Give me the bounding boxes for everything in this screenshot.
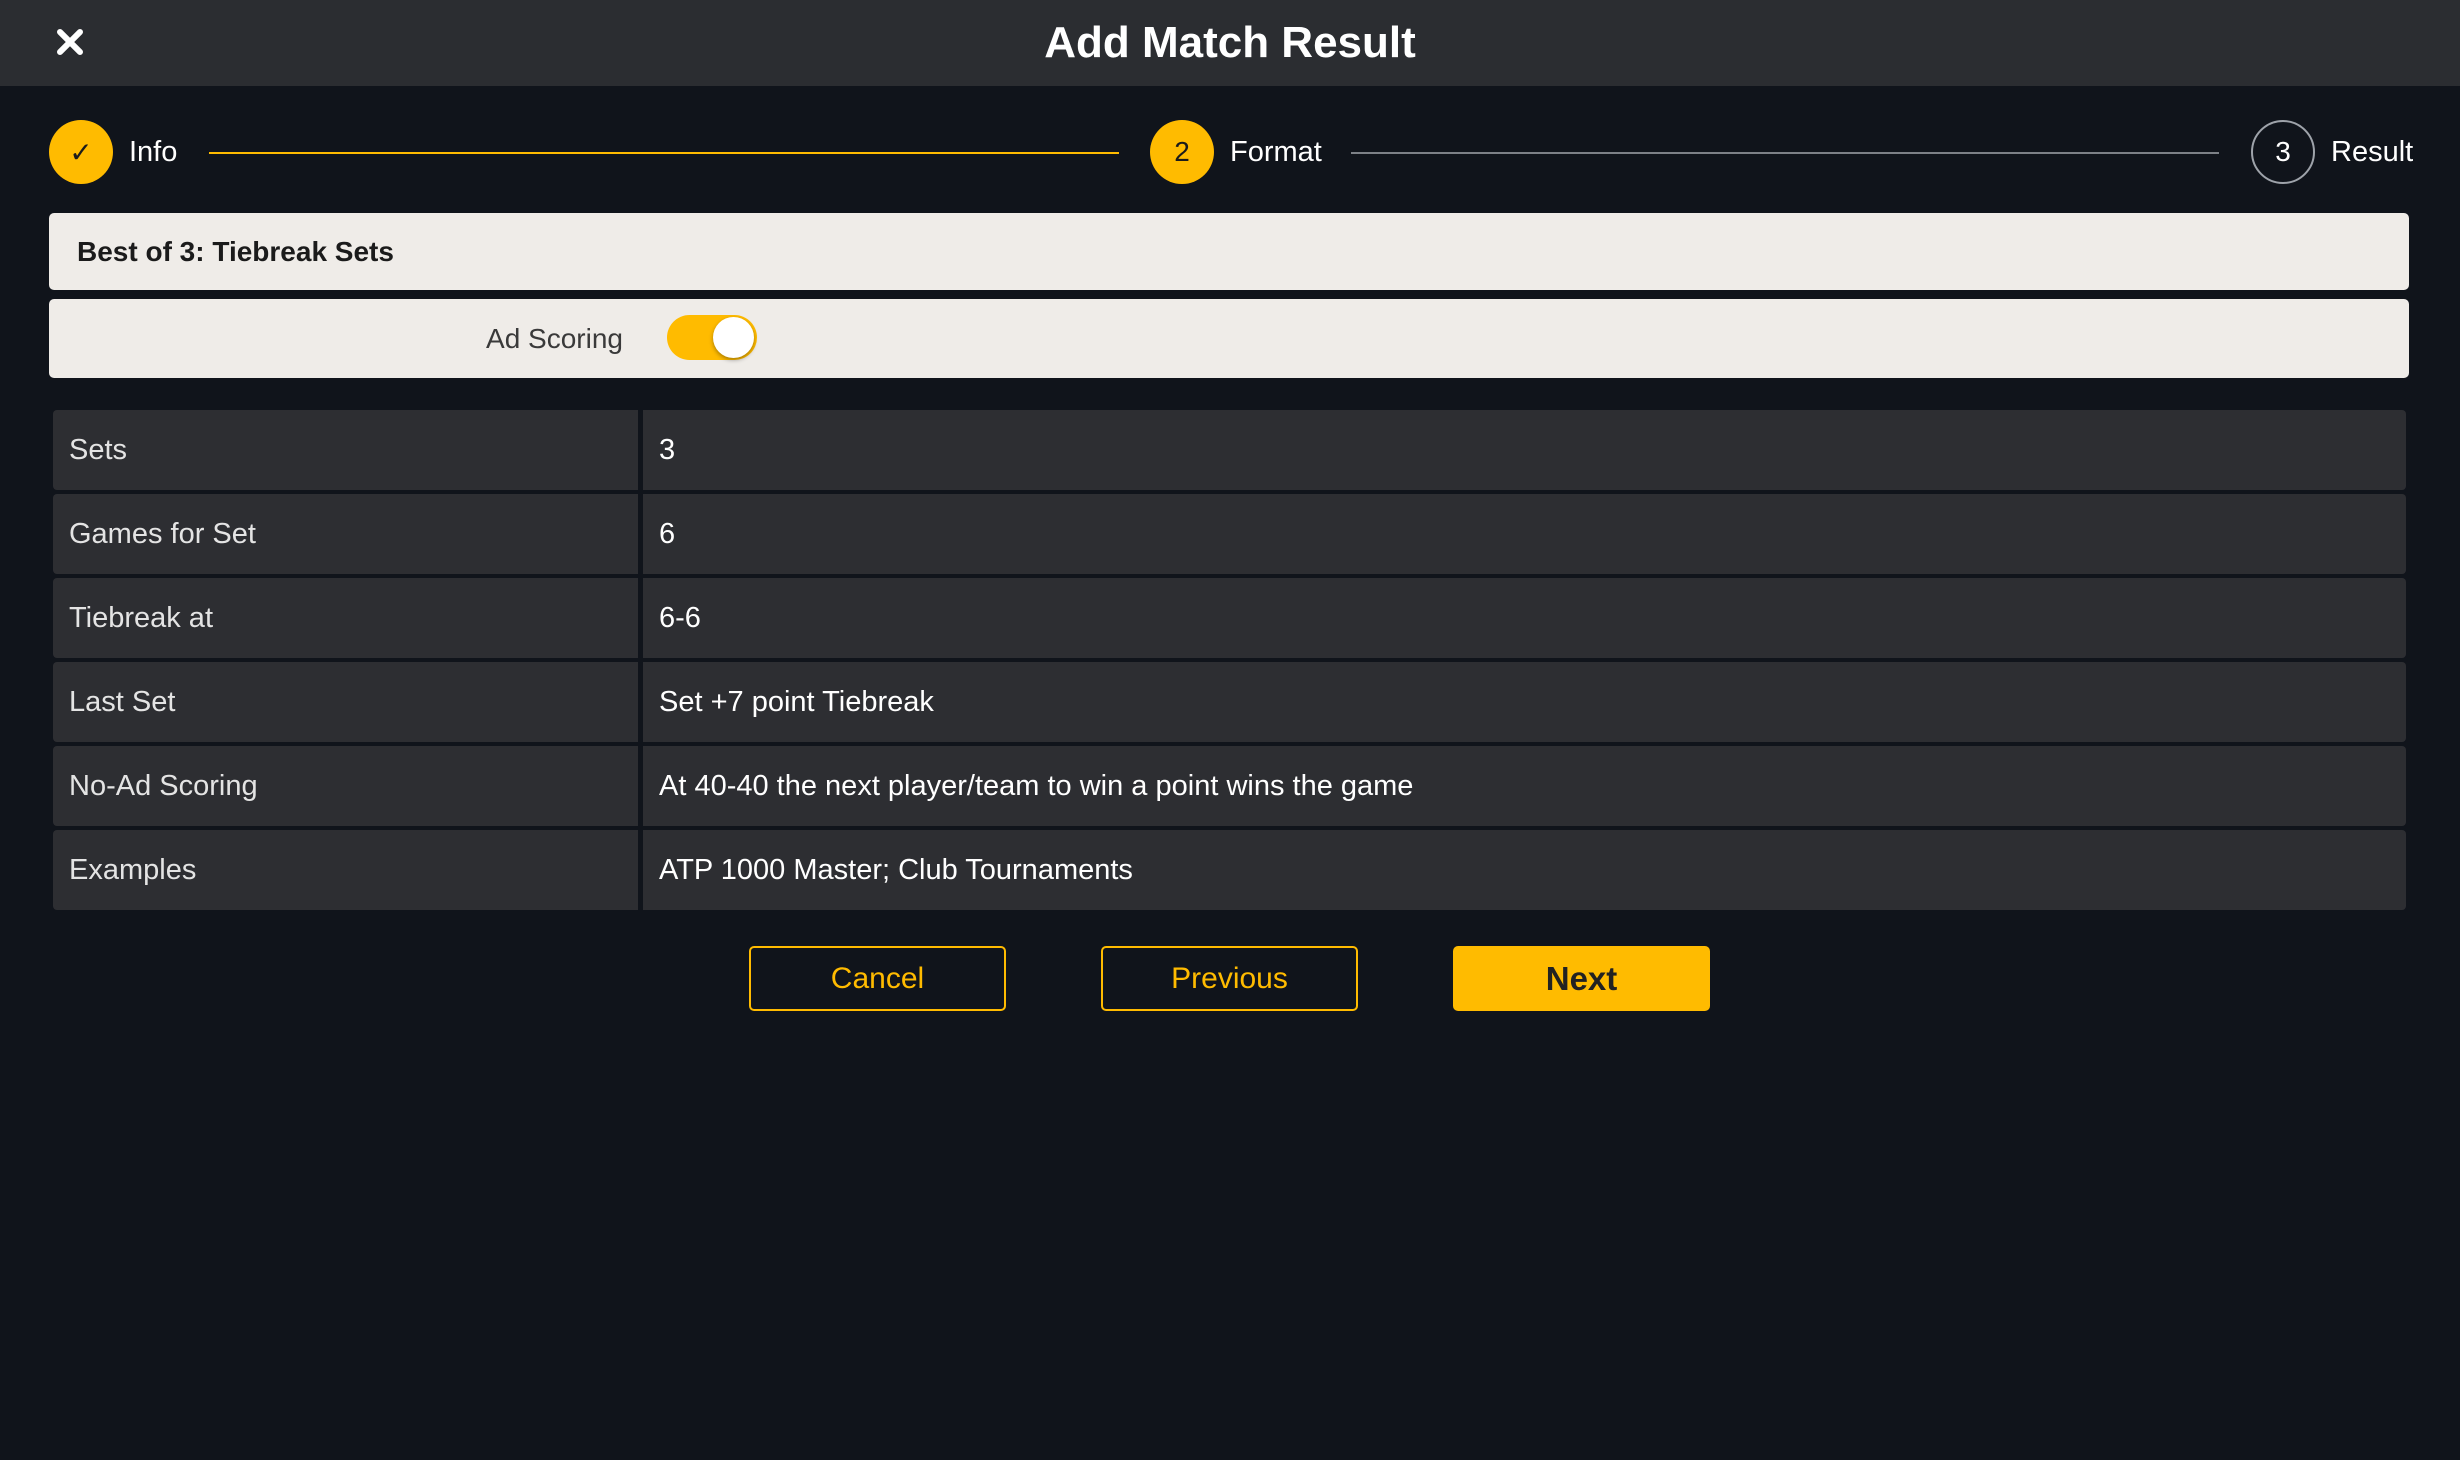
step-result-label[interactable]: Result: [2331, 120, 2413, 184]
step-connector-done: [209, 152, 1119, 154]
table-row: Examples ATP 1000 Master; Club Tournamen…: [53, 830, 2406, 910]
step-format-label[interactable]: Format: [1230, 120, 1322, 184]
next-button[interactable]: Next: [1453, 946, 1710, 1011]
detail-key: Last Set: [53, 662, 638, 742]
step-format-number[interactable]: 2: [1150, 120, 1214, 184]
table-row: Tiebreak at 6-6: [53, 578, 2406, 658]
detail-key: Games for Set: [53, 494, 638, 574]
detail-value: 3: [643, 410, 2406, 490]
step-result-number[interactable]: 3: [2251, 120, 2315, 184]
table-row: Last Set Set +7 point Tiebreak: [53, 662, 2406, 742]
detail-value: ATP 1000 Master; Club Tournaments: [643, 830, 2406, 910]
detail-key: Examples: [53, 830, 638, 910]
step-info-check-icon[interactable]: ✓: [49, 120, 113, 184]
table-row: No-Ad Scoring At 40-40 the next player/t…: [53, 746, 2406, 826]
cancel-button[interactable]: Cancel: [749, 946, 1006, 1011]
detail-key: Sets: [53, 410, 638, 490]
detail-value: 6-6: [643, 578, 2406, 658]
detail-value: Set +7 point Tiebreak: [643, 662, 2406, 742]
previous-button[interactable]: Previous: [1101, 946, 1358, 1011]
format-title: Best of 3: Tiebreak Sets: [49, 213, 2409, 290]
ad-scoring-label: Ad Scoring: [486, 323, 623, 354]
step-connector-pending: [1351, 152, 2219, 154]
detail-key: Tiebreak at: [53, 578, 638, 658]
step-info-label[interactable]: Info: [129, 120, 177, 184]
toggle-knob: [713, 317, 754, 358]
detail-key: No-Ad Scoring: [53, 746, 638, 826]
ad-scoring-row: Ad Scoring: [49, 299, 2409, 378]
table-row: Sets 3: [53, 410, 2406, 490]
ad-scoring-toggle[interactable]: [667, 315, 757, 360]
detail-value: At 40-40 the next player/team to win a p…: [643, 746, 2406, 826]
page-title: Add Match Result: [1044, 18, 1416, 67]
format-details-table: Sets 3 Games for Set 6 Tiebreak at 6-6 L…: [53, 410, 2406, 914]
header-bar: Add Match Result: [0, 0, 2460, 86]
detail-value: 6: [643, 494, 2406, 574]
table-row: Games for Set 6: [53, 494, 2406, 574]
